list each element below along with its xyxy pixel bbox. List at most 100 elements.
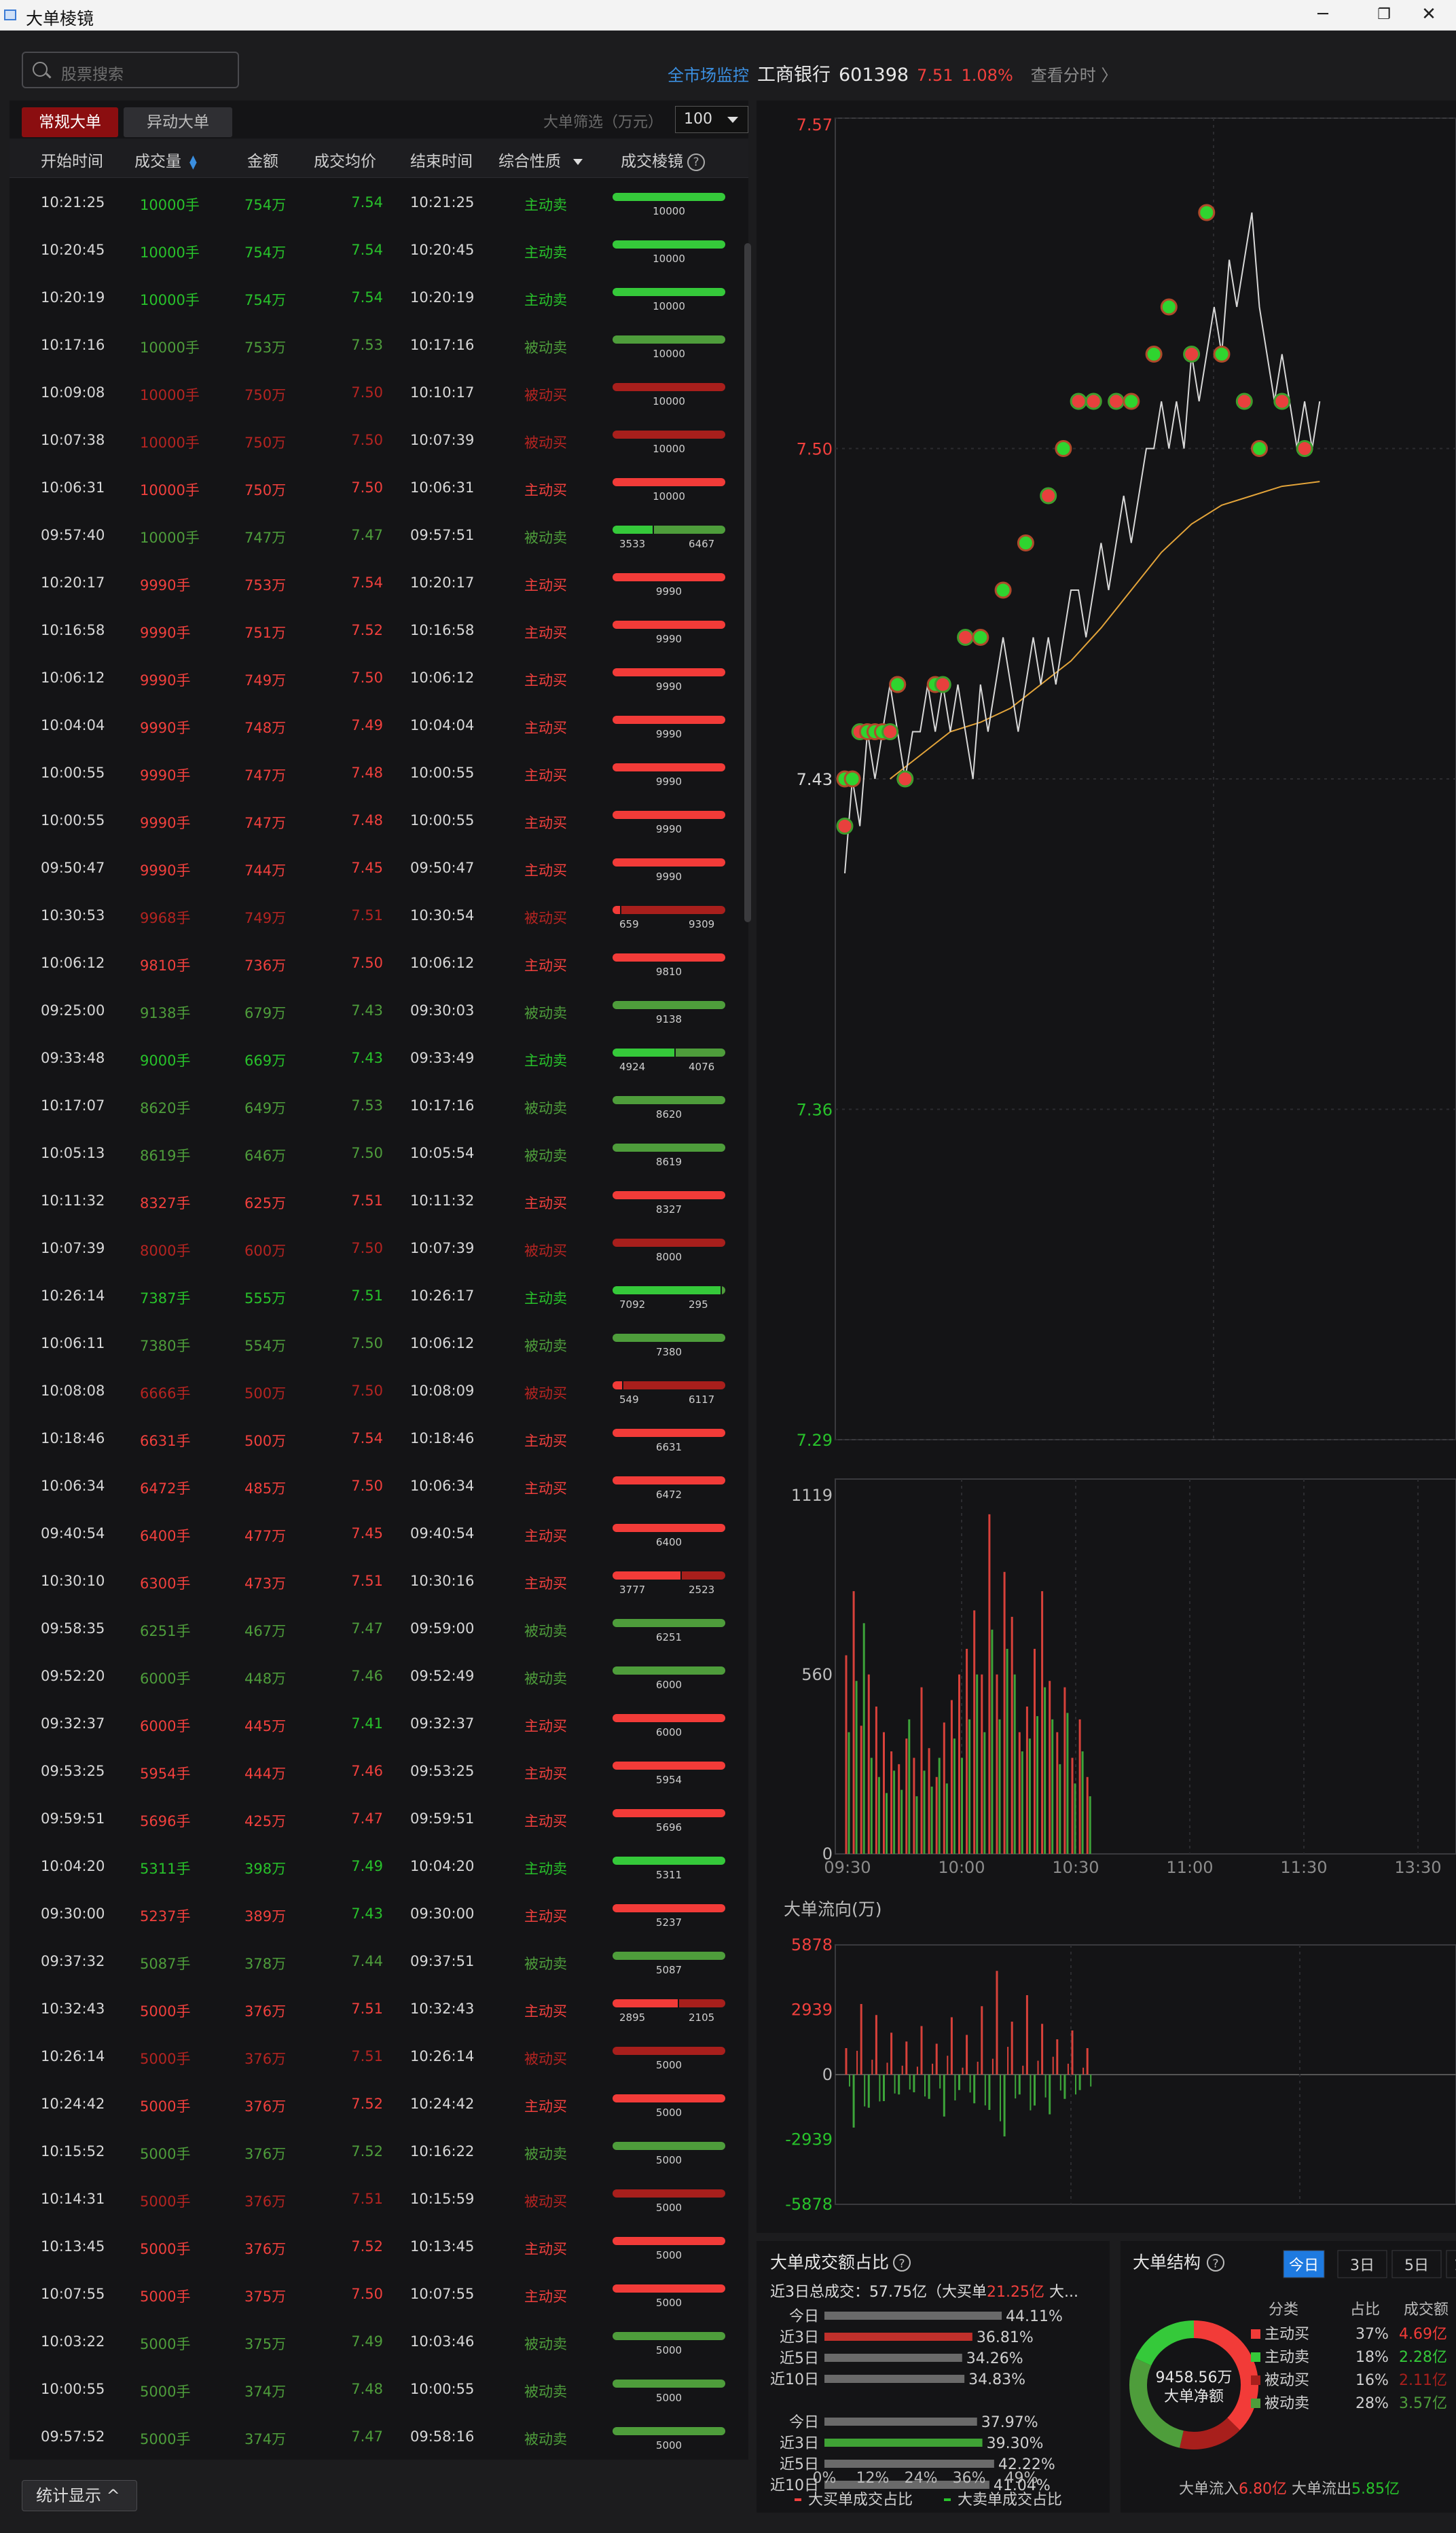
table-row[interactable]: 10:06:31 10000手 750万 7.50 10:06:31 主动买 10000 — [10, 464, 738, 512]
table-row[interactable]: 09:32:37 6000手 445万 7.41 09:32:37 主动买 6000 — [10, 1700, 738, 1748]
table-row[interactable]: 09:37:32 5087手 378万 7.44 09:37:51 被动卖 5087 — [10, 1938, 738, 1986]
table-row[interactable]: 10:30:53 9968手 749万 7.51 10:30:54 被动买 659 9309 — [10, 892, 738, 940]
market-monitor-link[interactable]: 全市场监控 — [668, 66, 749, 85]
table-row[interactable]: 10:07:55 5000手 375万 7.50 10:07:55 主动买 5000 — [10, 2271, 738, 2318]
prism-bar — [613, 1476, 725, 1484]
table-row[interactable]: 09:57:40 10000手 747万 7.47 09:57:51 被动卖 3533 646… — [10, 512, 738, 560]
col-amount[interactable]: 金额 — [247, 148, 278, 171]
amount-cell: 754万 — [244, 244, 287, 261]
nature-cell: 主动卖 — [524, 1290, 567, 1307]
charts-svg: 7.57 7.50 7.43 7.36 7.29 1119 560 0 09:30 10:00 10… — [784, 115, 1456, 2214]
prism-label: 6117 — [689, 1393, 715, 1406]
table-row[interactable]: 10:04:04 9990手 748万 7.49 10:04:04 主动买 9990 — [10, 702, 738, 750]
prism-bar — [613, 1429, 725, 1437]
table-row[interactable]: 10:06:11 7380手 554万 7.50 10:06:12 被动卖 7380 — [10, 1320, 738, 1368]
table-row[interactable]: 10:06:12 9810手 736万 7.50 10:06:12 主动买 9810 — [10, 940, 738, 987]
scrollbar[interactable] — [744, 243, 751, 922]
table-row[interactable]: 10:09:08 10000手 750万 7.50 10:10:17 被动买 10000 — [10, 369, 738, 417]
table-row[interactable]: 10:20:19 10000手 754万 7.54 10:20:19 主动卖 10000 — [10, 274, 738, 322]
table-row[interactable]: 09:33:48 9000手 669万 7.43 09:33:49 主动卖 4924 4076 — [10, 1035, 738, 1082]
table-row[interactable]: 09:30:00 5237手 389万 7.43 09:30:00 主动买 5237 — [10, 1891, 738, 1938]
tab-abnormal-orders[interactable]: 异动大单 — [124, 107, 232, 137]
amount-cell: 750万 — [244, 387, 287, 403]
table-row[interactable]: 09:58:35 6251手 467万 7.47 09:59:00 被动卖 6251 — [10, 1605, 738, 1653]
table-row[interactable]: 10:30:10 6300手 473万 7.51 10:30:16 主动买 3777 2523 — [10, 1558, 738, 1605]
table-row[interactable]: 09:50:47 9990手 744万 7.45 09:50:47 主动买 9990 — [10, 845, 738, 892]
app-window-icon — [4, 10, 16, 20]
table-row[interactable]: 10:24:42 5000手 376万 7.52 10:24:42 主动买 5000 — [10, 2081, 738, 2128]
amount-cell: 625万 — [244, 1195, 287, 1211]
tab-regular-orders[interactable]: 常规大单 — [22, 107, 118, 137]
view-intraday-link[interactable]: 查看分时 〉 — [1031, 66, 1118, 85]
prism-bar-segment — [613, 2094, 725, 2102]
col-nature[interactable]: 综合性质 — [498, 148, 583, 171]
col-end-time[interactable]: 结束时间 — [410, 148, 473, 171]
nature-cell: 主动买 — [524, 2241, 567, 2257]
table-row[interactable]: 10:03:22 5000手 375万 7.49 10:03:46 被动卖 5000 — [10, 2318, 738, 2366]
table-row[interactable]: 10:26:14 7387手 555万 7.51 10:26:17 主动卖 7092 295 — [10, 1273, 738, 1320]
table-row[interactable]: 10:06:34 6472手 485万 7.50 10:06:34 主动买 6472 — [10, 1463, 738, 1510]
table-row[interactable]: 10:17:07 8620手 649万 7.53 10:17:16 被动卖 8620 — [10, 1082, 738, 1130]
table-row[interactable]: 10:06:12 9990手 749万 7.50 10:06:12 主动买 9990 — [10, 655, 738, 702]
search-input[interactable]: 股票搜索 — [22, 52, 239, 88]
volume-cell: 10000手 — [140, 530, 200, 546]
table-row[interactable]: 10:14:31 5000手 376万 7.51 10:15:59 被动买 5000 — [10, 2176, 738, 2223]
filter-label: 大单筛选（万元） — [543, 114, 663, 131]
table-row[interactable]: 09:57:52 5000手 374万 7.47 09:58:16 被动卖 5000 — [10, 2413, 738, 2461]
table-row[interactable]: 09:59:51 5696手 425万 7.47 09:59:51 主动买 5696 — [10, 1796, 738, 1843]
prism-bar-segment — [613, 1999, 678, 2007]
table-row[interactable]: 09:52:20 6000手 448万 7.46 09:52:49 被动卖 6000 — [10, 1653, 738, 1700]
table-row[interactable]: 10:05:13 8619手 646万 7.50 10:05:54 被动卖 8619 — [10, 1130, 738, 1178]
trade-marker — [934, 676, 951, 693]
table-row[interactable]: 10:17:16 10000手 753万 7.53 10:17:16 被动卖 10000 — [10, 322, 738, 369]
prism-bar — [613, 2047, 725, 2055]
nature-cell: 被动卖 — [524, 1956, 567, 1972]
table-row[interactable]: 10:26:14 5000手 376万 7.51 10:26:14 被动买 5000 — [10, 2033, 738, 2081]
avg-price-cell: 7.43 — [351, 1002, 383, 1019]
trade-marker — [1183, 346, 1201, 363]
table-row[interactable]: 10:00:55 5000手 374万 7.48 10:00:55 被动卖 5000 — [10, 2366, 738, 2413]
table-row[interactable]: 09:40:54 6400手 477万 7.45 09:40:54 主动买 6400 — [10, 1510, 738, 1558]
avg-price-cell: 7.51 — [351, 2001, 383, 2017]
table-row[interactable]: 10:15:52 5000手 376万 7.52 10:16:22 被动卖 5000 — [10, 2128, 738, 2176]
avg-price-cell: 7.46 — [351, 1668, 383, 1684]
prism-bar — [613, 1666, 725, 1675]
share-bar — [824, 2312, 1002, 2320]
col-volume[interactable]: 成交量 ▲ ▼ — [134, 148, 197, 171]
close-button[interactable]: ✕ — [1402, 0, 1456, 31]
dropdown-icon[interactable] — [573, 158, 583, 170]
table-row[interactable]: 10:13:45 5000手 376万 7.52 10:13:45 主动买 5000 — [10, 2223, 738, 2271]
table-row[interactable]: 10:00:55 9990手 747万 7.48 10:00:55 主动买 9990 — [10, 797, 738, 845]
table-row[interactable]: 10:00:55 9990手 747万 7.48 10:00:55 主动买 9990 — [10, 750, 738, 797]
table-row[interactable]: 10:11:32 8327手 625万 7.51 10:11:32 主动买 8327 — [10, 1178, 738, 1225]
volume-x-tick: 10:30 — [1052, 1858, 1099, 1877]
table-row[interactable]: 10:32:43 5000手 376万 7.51 10:32:43 主动买 2895 2105 — [10, 1986, 738, 2033]
stats-toggle-button[interactable]: 统计显示 ^ — [22, 2480, 137, 2511]
table-row[interactable]: 10:21:25 10000手 754万 7.54 10:21:25 主动卖 10000 — [10, 179, 738, 227]
table-row[interactable]: 09:53:25 5954手 444万 7.46 09:53:25 主动买 5954 — [10, 1748, 738, 1796]
table-row[interactable]: 09:25:00 9138手 679万 7.43 09:30:03 被动卖 9138 — [10, 987, 738, 1035]
sort-icon[interactable]: ▲ ▼ — [189, 154, 197, 170]
help-icon[interactable]: ? — [687, 153, 705, 171]
col-start-time[interactable]: 开始时间 — [41, 148, 103, 171]
table-row[interactable]: 10:20:45 10000手 754万 7.54 10:20:45 主动卖 10000 — [10, 227, 738, 274]
table-row[interactable]: 10:20:17 9990手 753万 7.54 10:20:17 主动买 9990 — [10, 560, 738, 607]
table-row[interactable]: 10:07:39 8000手 600万 7.50 10:07:39 被动买 8000 — [10, 1225, 738, 1273]
share-title: 大单成交额占比 — [770, 2253, 889, 2272]
amount-cell: 375万 — [244, 2289, 287, 2305]
table-row[interactable]: 10:08:08 6666手 500万 7.50 10:08:09 被动买 549 6117 — [10, 1368, 738, 1415]
col-avg-price[interactable]: 成交均价 — [314, 148, 376, 171]
start-time-cell: 10:03:22 — [41, 2333, 105, 2350]
table-row[interactable]: 10:16:58 9990手 751万 7.52 10:16:58 主动买 9990 — [10, 607, 738, 655]
prism-label: 9990 — [655, 871, 682, 883]
prism-bar — [613, 526, 725, 534]
table-row[interactable]: 10:18:46 6631手 500万 7.54 10:18:46 主动买 6631 — [10, 1415, 738, 1463]
structure-header: 占比 — [1350, 2301, 1380, 2318]
start-time-cell: 10:00:55 — [41, 765, 105, 781]
share-x-tick: 0% — [813, 2470, 837, 2487]
minimize-button[interactable]: ─ — [1292, 0, 1353, 31]
table-row[interactable]: 10:07:38 10000手 750万 7.50 10:07:39 被动买 10000 — [10, 417, 738, 464]
filter-select[interactable]: 100 — [675, 106, 748, 133]
table-row[interactable]: 10:04:20 5311手 398万 7.49 10:04:20 主动卖 5311 — [10, 1843, 738, 1891]
volume-x-tick: 11:30 — [1280, 1858, 1327, 1877]
